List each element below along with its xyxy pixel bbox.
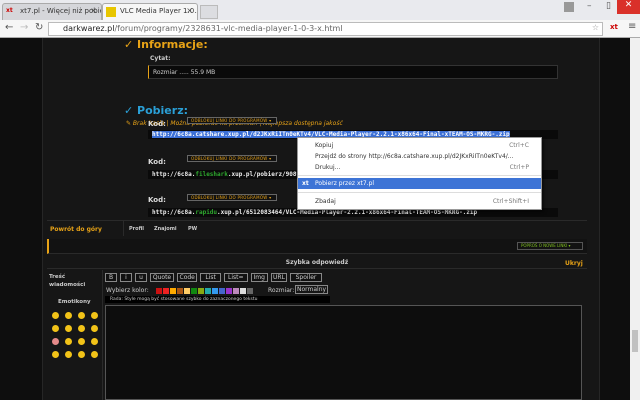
quote-box: Rozmiar ..... 55.9 MB bbox=[148, 65, 558, 79]
tab-bar: xtxt7.pl - Więcej niż pobieraj× VLC Medi… bbox=[0, 0, 640, 20]
emoticon-icon[interactable] bbox=[78, 325, 85, 332]
emoticon-icon[interactable] bbox=[78, 312, 85, 319]
format-button-code[interactable]: Code bbox=[177, 273, 198, 282]
color-swatch[interactable] bbox=[212, 288, 218, 294]
menu-item-download-xt7[interactable]: xt Pobierz przez xt7.pl bbox=[298, 178, 541, 189]
context-menu: Kopiuj Ctrl+C Przejdź do strony http://6c… bbox=[297, 137, 542, 210]
format-button-i[interactable]: i bbox=[120, 273, 132, 282]
back-icon[interactable]: ← bbox=[5, 22, 13, 33]
xt7-icon: xt bbox=[302, 180, 309, 187]
size-label: Rozmiar: bbox=[268, 287, 295, 294]
quote-label: Cytat: bbox=[150, 55, 171, 62]
emoticon-icon[interactable] bbox=[65, 325, 72, 332]
format-button-u[interactable]: u bbox=[135, 273, 147, 282]
unlock-links-button[interactable]: ODBLOKUJ LINKI DO PROGRAMÓW ▾ bbox=[187, 155, 277, 162]
message-textarea[interactable] bbox=[105, 305, 582, 400]
emoticon-icon[interactable] bbox=[65, 351, 72, 358]
format-button-b[interactable]: B bbox=[105, 273, 117, 282]
format-button-img[interactable]: Img bbox=[250, 273, 268, 282]
back-to-top-link[interactable]: Powrót do góry bbox=[50, 226, 102, 233]
vlc-icon bbox=[106, 7, 116, 17]
minimize-button[interactable]: – bbox=[587, 1, 592, 11]
info-heading: ✓ Informacje: bbox=[124, 38, 208, 51]
emoticon-icon[interactable] bbox=[65, 312, 72, 319]
reload-icon[interactable]: ↻ bbox=[35, 22, 43, 33]
close-window-button[interactable]: ✕ bbox=[617, 0, 640, 14]
forward-icon[interactable]: → bbox=[20, 22, 28, 33]
color-swatch[interactable] bbox=[156, 288, 162, 294]
maximize-button[interactable]: ▯ bbox=[606, 1, 611, 11]
url-input[interactable]: darkwarez.pl/forum/programy/2328631-vlc-… bbox=[48, 22, 603, 36]
scrollbar[interactable] bbox=[630, 38, 640, 400]
format-button-quote[interactable]: Quote bbox=[150, 273, 174, 282]
color-swatch[interactable] bbox=[170, 288, 176, 294]
message-label: Treść wiadomości bbox=[49, 274, 86, 288]
hint-bar: Rada: Style mogą być stosowane szybko do… bbox=[105, 296, 330, 303]
xt7-icon: xt bbox=[6, 7, 13, 14]
size-select[interactable]: Normalny bbox=[295, 285, 329, 294]
code-label: Kod: bbox=[148, 158, 166, 166]
color-swatch[interactable] bbox=[184, 288, 190, 294]
color-swatch[interactable] bbox=[219, 288, 225, 294]
code-label: Kod: bbox=[148, 120, 166, 128]
menu-item-print[interactable]: Drukuj... Ctrl+P bbox=[298, 162, 541, 173]
code-label: Kod: bbox=[148, 196, 166, 204]
color-swatch[interactable] bbox=[177, 288, 183, 294]
post-action-bar bbox=[47, 239, 587, 254]
color-swatch[interactable] bbox=[198, 288, 204, 294]
hide-link[interactable]: Ukryj bbox=[565, 260, 583, 267]
format-button-list[interactable]: List bbox=[200, 273, 221, 282]
emoticons-label: Emotikony bbox=[58, 299, 91, 305]
quick-reply-title: Szybka odpowiedź bbox=[47, 257, 587, 269]
emoticon-icon[interactable] bbox=[65, 338, 72, 345]
color-label: Wybierz kolor: bbox=[106, 287, 149, 294]
address-bar-row: ← → ↻ darkwarez.pl/forum/programy/232863… bbox=[0, 20, 640, 38]
emoticon-icon[interactable] bbox=[91, 312, 98, 319]
color-swatch[interactable] bbox=[247, 288, 253, 294]
format-button-url[interactable]: URL bbox=[270, 273, 288, 282]
color-swatch[interactable] bbox=[233, 288, 239, 294]
color-swatch[interactable] bbox=[205, 288, 211, 294]
menu-item-inspect[interactable]: Zbadaj Ctrl+Shift+I bbox=[298, 196, 541, 207]
tab-xt7[interactable]: xtxt7.pl - Więcej niż pobieraj× bbox=[2, 3, 102, 20]
close-tab-icon[interactable]: × bbox=[186, 6, 193, 15]
new-tab-button[interactable] bbox=[200, 5, 218, 19]
color-swatch[interactable] bbox=[191, 288, 197, 294]
emoticon-icon[interactable] bbox=[52, 338, 59, 345]
format-button-spoiler[interactable]: Spoiler bbox=[290, 273, 322, 282]
unlock-links-button[interactable]: ODBLOKUJ LINKI DO PROGRAMÓW ▾ bbox=[187, 194, 277, 201]
emoticon-icon[interactable] bbox=[78, 338, 85, 345]
color-swatch[interactable] bbox=[240, 288, 246, 294]
emoticon-icon[interactable] bbox=[52, 312, 59, 319]
unlock-links-button[interactable]: ODBLOKUJ LINKI DO PROGRAMÓW ▾ bbox=[187, 117, 277, 124]
xt7-extension-icon[interactable]: xt bbox=[610, 23, 618, 31]
profile-link[interactable]: Profil bbox=[129, 226, 144, 232]
emoticon-icon[interactable] bbox=[91, 338, 98, 345]
pm-link[interactable]: PW bbox=[188, 226, 197, 232]
bookmark-star-icon[interactable]: ☆ bbox=[592, 23, 599, 32]
color-swatch[interactable] bbox=[163, 288, 169, 294]
close-tab-icon[interactable]: × bbox=[90, 6, 97, 15]
tab-vlc[interactable]: VLC Media Player 1.0.3 × bbox=[102, 3, 198, 20]
menu-item-go-to[interactable]: Przejdź do strony http://6c8a.catshare.x… bbox=[298, 151, 541, 162]
format-toolbar: Bi u Quote Code List List= Img URL Spoiler bbox=[105, 273, 322, 282]
menu-icon[interactable]: ≡ bbox=[628, 21, 636, 32]
emoticon-icon[interactable] bbox=[52, 351, 59, 358]
emoticons-grid bbox=[52, 312, 98, 358]
emoticon-icon[interactable] bbox=[78, 351, 85, 358]
color-swatch[interactable] bbox=[226, 288, 232, 294]
color-palette bbox=[156, 288, 253, 294]
download-heading: ✓ Pobierz: bbox=[124, 104, 188, 117]
menu-item-copy[interactable]: Kopiuj Ctrl+C bbox=[298, 140, 541, 151]
emoticon-icon[interactable] bbox=[52, 325, 59, 332]
friends-link[interactable]: Znajomi bbox=[154, 226, 177, 232]
profile-icon[interactable] bbox=[564, 2, 574, 12]
emoticon-icon[interactable] bbox=[91, 325, 98, 332]
format-button-list-eq[interactable]: List= bbox=[223, 273, 248, 282]
request-links-button[interactable]: POPROŚ O NOWE LINKI ▾ bbox=[517, 242, 583, 250]
emoticon-icon[interactable] bbox=[91, 351, 98, 358]
